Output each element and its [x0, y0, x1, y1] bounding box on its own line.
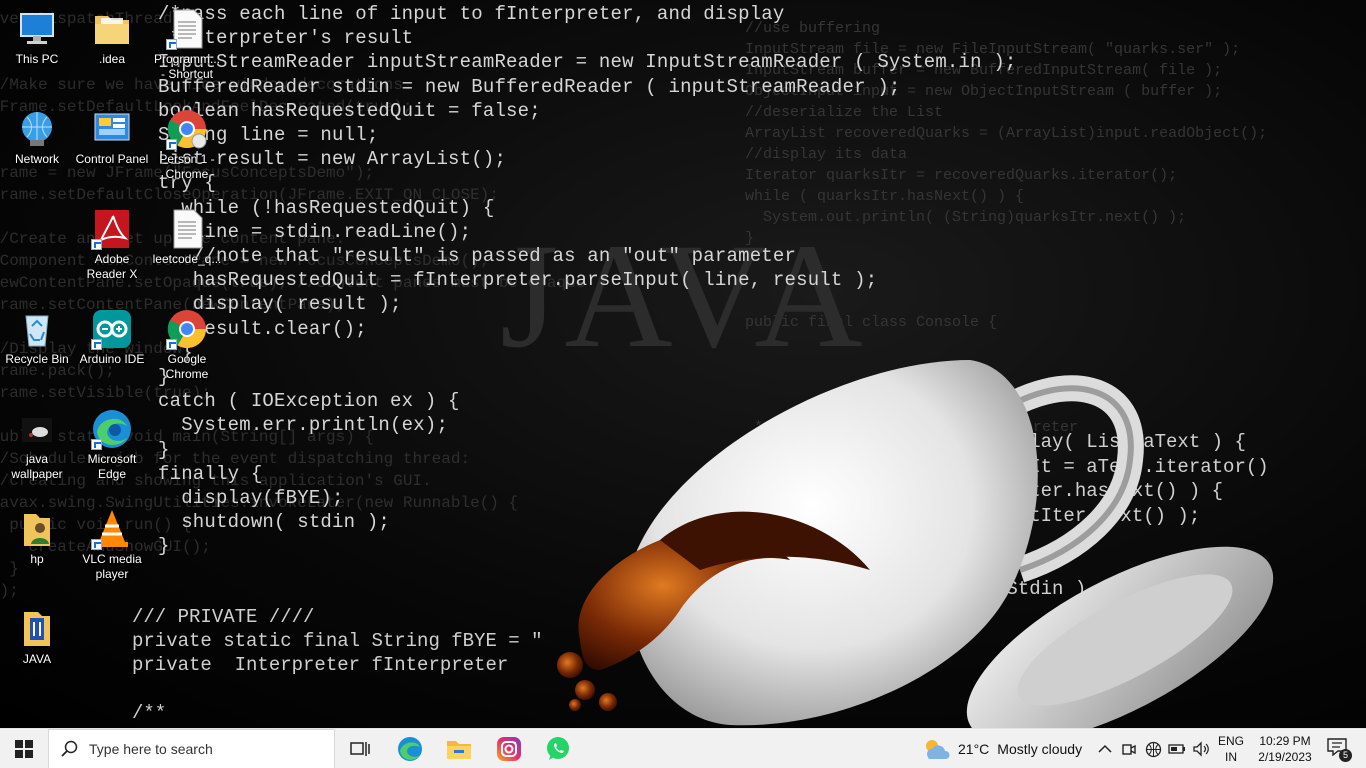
shortcut-arrow-icon [166, 139, 177, 150]
start-button[interactable] [0, 729, 48, 768]
shortcut-arrow-icon [166, 339, 177, 350]
desktop-icon-this-pc[interactable]: This PC [0, 8, 74, 67]
arduino-icon [91, 308, 133, 350]
desktop-icon-label: Network [14, 152, 59, 166]
taskbar-edge-button[interactable] [390, 729, 430, 768]
vlc-cone-icon [91, 508, 133, 550]
desktop-icon-vlc[interactable]: VLC media player [75, 508, 149, 582]
clock-date: 2/19/2023 [1258, 750, 1312, 764]
text-document-icon [166, 208, 208, 250]
language-region: IN [1225, 750, 1237, 764]
camera-icon [1122, 744, 1136, 755]
clock-button[interactable]: 10:29 PM 2/19/2023 [1252, 729, 1318, 768]
desktop-icon-microsoft-edge[interactable]: Microsoft Edge [75, 408, 149, 482]
language-code: ENG [1217, 734, 1244, 748]
shortcut-arrow-icon [91, 239, 102, 250]
desktop-icon-label: Control Panel [75, 152, 149, 166]
file-explorer-icon [447, 741, 471, 759]
desktop-icon-java-wallpaper[interactable]: java wallpaper [0, 408, 74, 482]
desktop-icon-network[interactable]: Network [0, 108, 74, 167]
chrome-icon [166, 108, 208, 150]
desktop-icon-arduino[interactable]: Arduino IDE [75, 308, 149, 367]
weather-description: Mostly cloudy [997, 741, 1083, 757]
desktop-icon-label: Programm... - Shortcut [153, 52, 220, 81]
taskbar-whatsapp-button[interactable] [537, 729, 579, 768]
instagram-icon [497, 737, 521, 761]
shortcut-arrow-icon [91, 339, 102, 350]
desktop-icon-label: Recycle Bin [5, 352, 69, 366]
taskbar-instagram-button[interactable] [488, 729, 530, 768]
desktop-icon-label: Person 1 - Chrome [159, 152, 215, 181]
document-icon [166, 8, 208, 50]
weather-widget[interactable]: 21°C Mostly cloudy [922, 729, 1090, 768]
desktop-icon-google-chrome[interactable]: Google Chrome [150, 308, 224, 382]
notification-center-button[interactable]: 5 [1318, 729, 1358, 768]
desktop-icon-label: Microsoft Edge [87, 452, 137, 481]
taskbar: Type here to search 21°C Mostly cloudy E… [0, 728, 1366, 768]
tray-meet-now-button[interactable] [1118, 729, 1140, 768]
desktop-icon-label: VLC media player [82, 552, 142, 581]
control-panel-icon [91, 108, 133, 150]
partly-cloudy-icon [926, 740, 950, 759]
task-view-button[interactable] [340, 729, 380, 768]
shortcut-arrow-icon [91, 539, 102, 550]
clock-time: 10:29 PM [1259, 734, 1311, 748]
folder-icon [91, 8, 133, 50]
desktop-icon-java[interactable]: JAVA [0, 608, 74, 667]
desktop-icon-label: This PC [15, 52, 59, 66]
user-folder-icon [16, 508, 58, 550]
desktop-icon-person-chrome[interactable]: Person 1 - Chrome [150, 108, 224, 182]
desktop-icon-label: JAVA [22, 652, 52, 666]
whatsapp-icon [547, 737, 569, 760]
edge-icon [91, 408, 133, 450]
desktop-icon-control-panel[interactable]: Control Panel [75, 108, 149, 167]
show-hidden-icons-button[interactable] [1094, 729, 1116, 768]
desktop-icon-label: leetcode_q... [152, 252, 222, 266]
taskbar-search-box[interactable]: Type here to search [48, 729, 335, 768]
globe-icon [1145, 741, 1161, 757]
tray-network-button[interactable] [1142, 729, 1164, 768]
shortcut-arrow-icon [91, 439, 102, 450]
folder-icon [16, 608, 58, 650]
wallpaper-code-private: /// PRIVATE //// private static final St… [132, 606, 543, 724]
tray-volume-button[interactable] [1190, 729, 1212, 768]
speaker-icon [1193, 741, 1209, 757]
desktop-icon-adobe-reader[interactable]: Adobe Reader X [75, 208, 149, 282]
desktop-icon-label: hp [30, 552, 44, 566]
chevron-up-icon [1098, 744, 1112, 753]
desktop-icon-label: Google Chrome [165, 352, 209, 381]
desktop-icon-hp[interactable]: hp [0, 508, 74, 567]
search-placeholder: Type here to search [89, 741, 213, 757]
battery-icon [1168, 744, 1185, 754]
taskbar-file-explorer-button[interactable] [438, 729, 480, 768]
input-language-button[interactable]: ENG IN [1214, 729, 1248, 768]
recycle-bin-icon [16, 308, 58, 350]
desktop-icon-label: .idea [98, 52, 126, 66]
tray-battery-button[interactable] [1166, 729, 1188, 768]
desktop-icon-leetcode[interactable]: leetcode_q... [150, 208, 224, 267]
notification-count-badge: 5 [1339, 749, 1352, 762]
search-icon [61, 740, 78, 757]
task-view-icon [350, 742, 370, 756]
image-file-icon [16, 408, 58, 450]
edge-icon [398, 737, 422, 761]
desktop-icon-label: Adobe Reader X [86, 252, 138, 281]
shortcut-arrow-icon [166, 39, 177, 50]
adobe-reader-icon [91, 208, 133, 250]
monitor-icon [16, 8, 58, 50]
desktop-icon-programmer-shortcut[interactable]: Programm... - Shortcut [150, 8, 224, 82]
coffee-cup-illustration [557, 360, 1274, 728]
windows-logo-icon [15, 740, 33, 758]
desktop-icon-idea[interactable]: .idea [75, 8, 149, 67]
network-globe-icon [16, 108, 58, 150]
desktop-icon-label: java wallpaper [11, 452, 63, 481]
chrome-icon [166, 308, 208, 350]
weather-temperature: 21°C [958, 741, 990, 757]
desktop-icon-label: Arduino IDE [79, 352, 145, 366]
desktop-icon-recycle-bin[interactable]: Recycle Bin [0, 308, 74, 367]
